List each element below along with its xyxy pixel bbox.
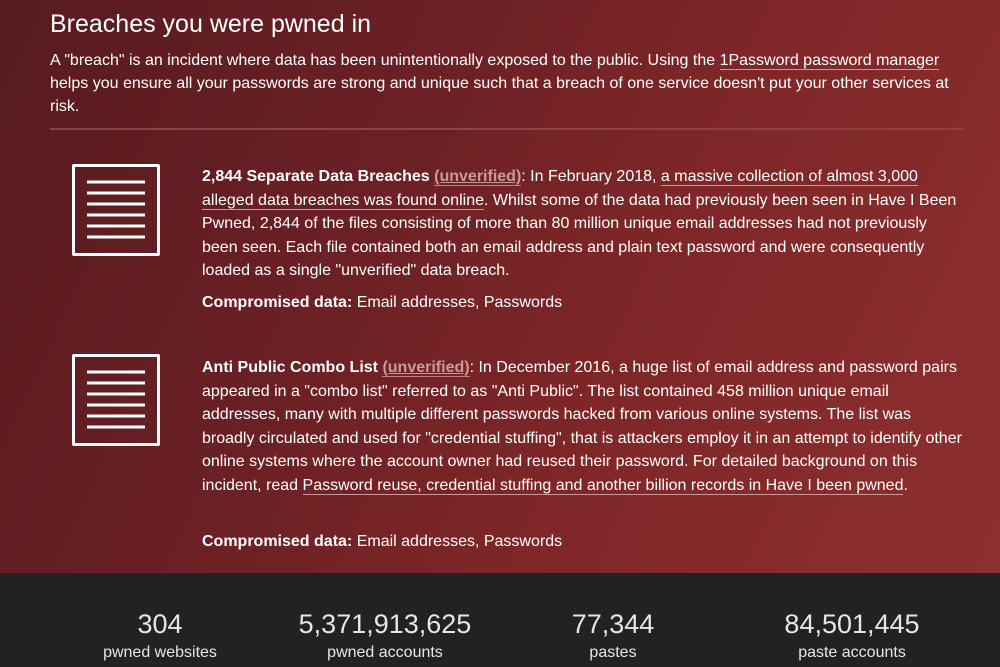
stat-label: pwned accounts (327, 644, 443, 661)
stat-value: 5,371,913,625 (298, 609, 472, 639)
stat-label: pastes (589, 644, 637, 661)
intro-text-before: A "breach" is an incident where data has… (50, 52, 720, 69)
stat-value: 304 (137, 609, 183, 639)
breach-source-link[interactable]: Password reuse, credential stuffing and … (302, 476, 904, 495)
intro-paragraph: A "breach" is an incident where data has… (50, 49, 965, 118)
stat-pwned-accounts: 5,371,913,625 pwned accounts (270, 607, 500, 663)
unverified-badge-link[interactable]: (unverified) (382, 359, 470, 377)
stat-paste-accounts: 84,501,445 paste accounts (752, 607, 952, 663)
divider (50, 128, 963, 130)
breach-text-before: : In December 2016, a huge list of email… (202, 359, 962, 494)
compromised-value: Email addresses, Passwords (352, 294, 563, 311)
stat-label: pwned websites (103, 644, 217, 661)
compromised-data: Compromised data: Email addresses, Passw… (202, 531, 562, 553)
compromised-data: Compromised data: Email addresses, Passw… (202, 292, 562, 314)
compromised-label: Compromised data: (202, 294, 353, 311)
compromised-value: Email addresses, Passwords (352, 533, 563, 550)
breach-text-after: . (903, 476, 908, 494)
intro-text-after: helps you ensure all your passwords are … (50, 75, 949, 115)
section-heading: Breaches you were pwned in (50, 10, 372, 38)
breaches-section: Breaches you were pwned in A "breach" is… (0, 0, 1000, 573)
stat-pastes: 77,344 pastes (513, 607, 713, 663)
stats-bar: 304 pwned websites 5,371,913,625 pwned a… (0, 573, 1000, 667)
breach-title: 2,844 Separate Data Breaches (202, 168, 430, 185)
breach-text-before: : In February 2018, (521, 168, 661, 185)
stat-value: 77,344 (571, 609, 655, 639)
stat-value: 84,501,445 (784, 609, 920, 639)
stat-label: paste accounts (798, 644, 906, 661)
unverified-badge-link[interactable]: (unverified) (434, 168, 522, 186)
1password-link[interactable]: 1Password password manager (719, 52, 940, 70)
breach-description: 2,844 Separate Data Breaches (unverified… (202, 165, 962, 283)
compromised-label: Compromised data: (202, 533, 353, 550)
document-lines-icon (72, 164, 160, 256)
document-lines-icon (72, 354, 160, 446)
breach-description: Anti Public Combo List (unverified): In … (202, 356, 962, 497)
stat-pwned-websites: 304 pwned websites (60, 607, 260, 663)
breach-title: Anti Public Combo List (202, 359, 378, 376)
